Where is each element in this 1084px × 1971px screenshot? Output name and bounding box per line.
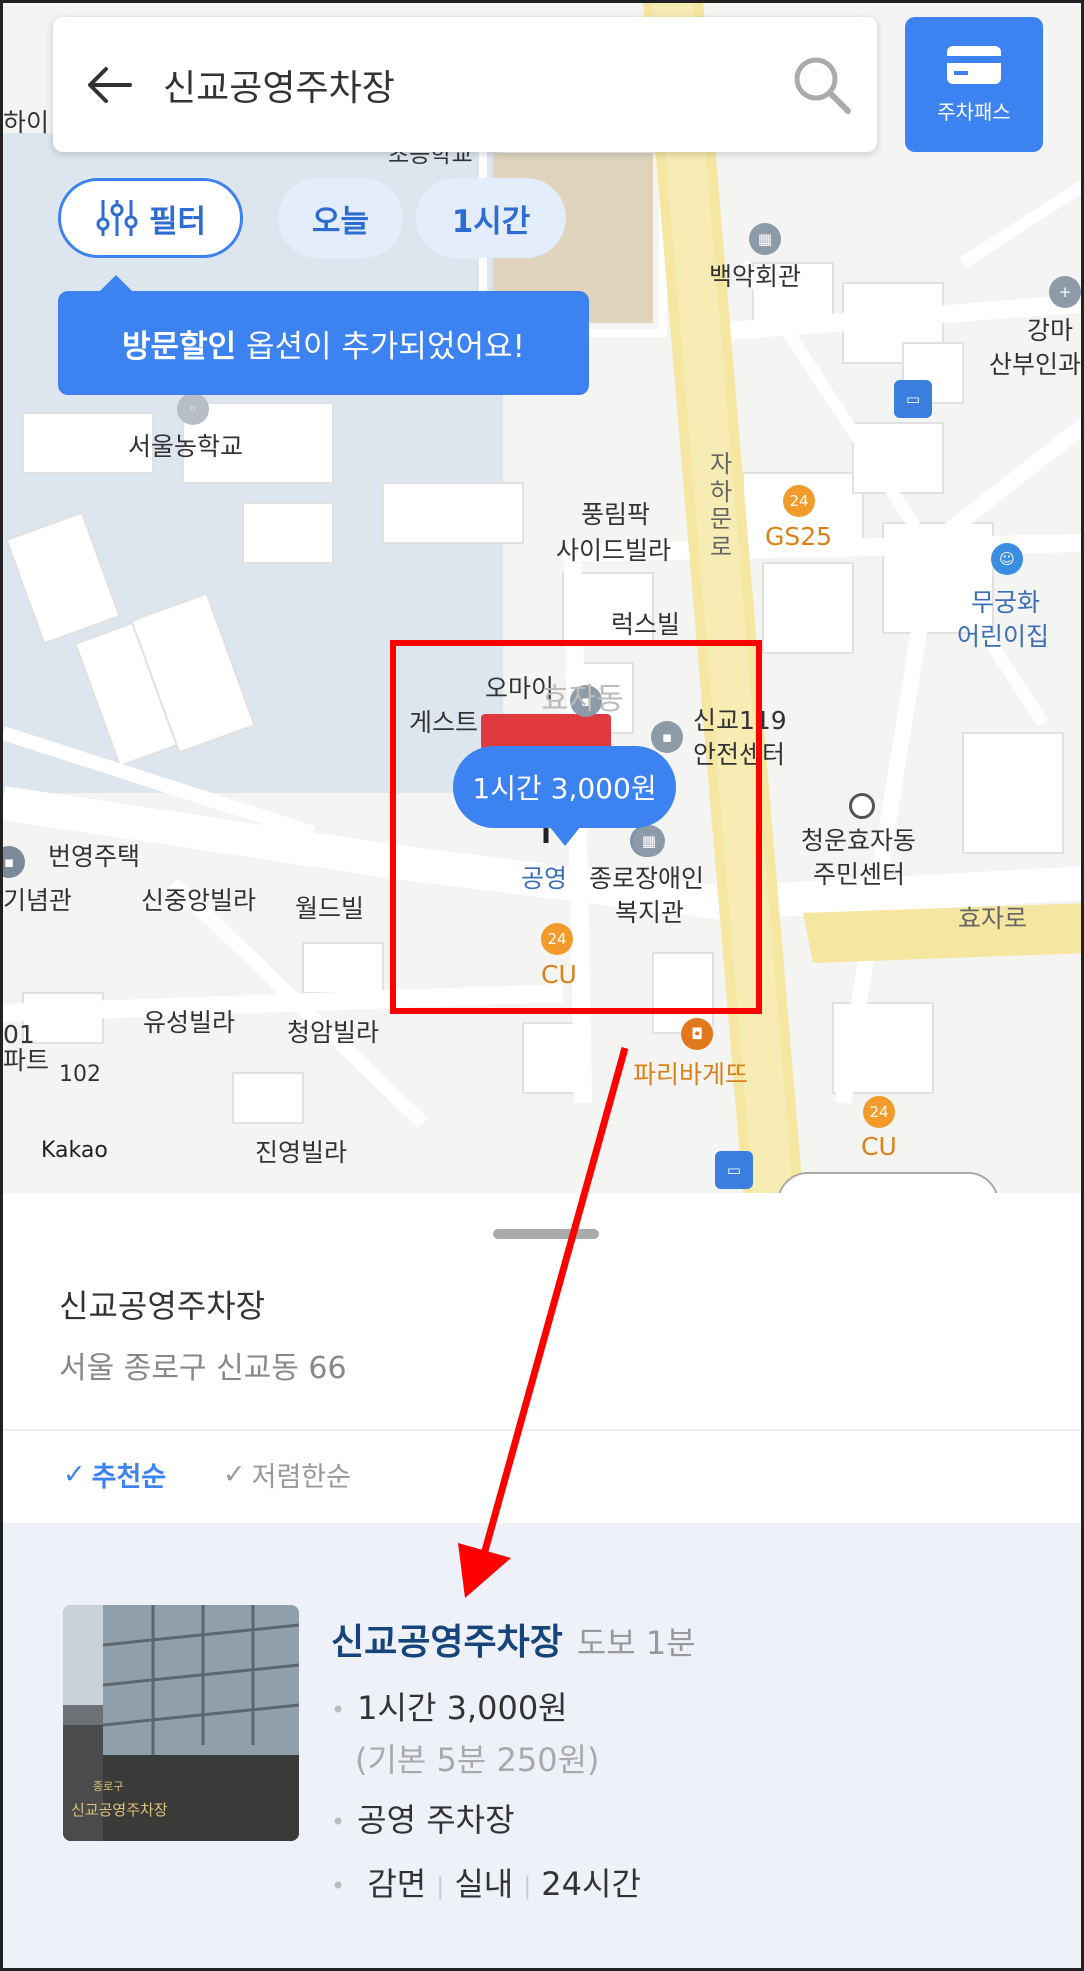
highlight-box [390,640,762,1014]
selected-lot-address: 서울 종로구 신교동 66 [59,1351,347,1386]
arrow-left-icon [88,66,132,103]
duration-chip-label: 1시간 [451,203,531,240]
tag-discount: 감면 [367,1865,427,1903]
map-label-apt-3: 102 [59,1062,101,1087]
discount-tooltip[interactable]: 방문할인 옵션이 추가되었어요! [58,275,589,395]
divider [3,1429,1081,1431]
photo-sign: 신교공영주차장 [71,1801,168,1819]
cu-store-icon-2: 24 [863,1096,895,1128]
app-frame: ▦ + ▭ ◦ 24 ☺ ▪ ▪ P ▦ 24 ◘ 24 ▭ ▪ 초등학교 백악… [0,0,1084,1971]
hospital-icon: + [1049,276,1081,308]
check-icon: ✓ [63,1459,86,1490]
tag-indoor: 실내 [454,1865,514,1903]
photo-sign-top: 종로구 [93,1780,123,1793]
filter-chip-label: 필터 [148,203,207,240]
search-icon [794,57,851,114]
map-label-cu-2: CU [861,1132,897,1161]
base-price: (기본 5분 250원) [355,1741,600,1779]
tooltip-rest: 옵션이 추가되었어요! [236,328,525,365]
map-label-cheongun-1: 청운효자동 [801,826,917,855]
tag-separator: | [436,1872,445,1900]
bus-stop-icon-2[interactable]: ▭ [715,1151,753,1189]
lot-type-text: 공영 주차장 [357,1801,515,1839]
map-label-paris: 파리바게뜨 [633,1060,749,1089]
map-label-mugunghwa-1: 무궁화 [971,588,1041,617]
sliders-icon [96,200,138,236]
duration-chip[interactable]: 1시간 [416,178,566,258]
map-label-mugunghwa-2: 어린이집 [957,622,1050,651]
bakery-icon: ◘ [681,1018,713,1050]
map-label-punglim-1: 풍림팍 [581,500,651,529]
map-label-sanbu: 산부인과 [989,350,1082,379]
card-title: 신교공영주차장 [331,1622,563,1663]
parking-lot-photo[interactable]: 종로구 신교공영주차장 [63,1605,299,1841]
sort-recommended-label: 추천순 [91,1462,167,1493]
search-button[interactable] [767,17,877,152]
bottom-sheet[interactable]: 신교공영주차장 서울 종로구 신교동 66 ✓ 추천순 ✓ 저렴한순 종로구 신… [3,1193,1081,1968]
check-icon-inactive: ✓ [223,1459,246,1490]
parking-lot-card[interactable]: 종로구 신교공영주차장 신교공영주차장 도보 1분 1시간 3,000원 (기본 … [3,1523,1081,1968]
map-label-jaharo: 자하문로 [709,450,733,561]
price-item: 1시간 3,000원 [331,1683,568,1729]
tags-item: 감면 | 실내 | 24시간 [331,1859,641,1905]
parking-pass-label: 주차패스 [937,100,1011,124]
parking-pass-button[interactable]: 주차패스 [905,17,1043,152]
tag-24h: 24시간 [541,1865,641,1903]
date-chip-label: 오늘 [311,203,370,240]
lot-type-item: 공영 주차장 [331,1795,515,1841]
map-label-beonyoung: 번영주택 [48,842,141,871]
map-label-cheongun-2: 주민센터 [813,860,906,889]
photo-image: 종로구 신교공영주차장 [63,1605,299,1841]
search-query[interactable]: 신교공영주차장 [163,59,767,111]
map-label-gangma: 강마 [1027,316,1074,345]
map-label-gs25: GS25 [765,522,833,551]
map-label-left-top: 하이 [3,108,50,137]
selected-lot-name: 신교공영주차장 [59,1287,266,1325]
map-label-nyeomgwan: 기념관 [3,886,73,915]
map-label-punglim-2: 사이드빌라 [556,536,672,565]
map-label-sinjungang: 신중앙빌라 [141,886,257,915]
map-label-yuseong: 유성빌라 [143,1008,236,1037]
map-label-cheongam: 청암빌라 [287,1018,380,1047]
sheet-drag-handle[interactable] [493,1229,599,1239]
tooltip-bold: 방문할인 [122,328,237,365]
sort-recommended[interactable]: ✓ 추천순 [63,1455,166,1494]
search-bar[interactable]: 신교공영주차장 [53,17,877,152]
kakao-logo: Kakao [41,1138,108,1163]
community-center-icon [849,793,875,819]
daycare-icon: ☺ [991,543,1023,575]
map-label-baekak: 백악회관 [709,262,802,291]
map-label-apt-2: 파트 [3,1046,50,1075]
map-label-luxvill: 럭스빌 [611,610,681,639]
map-label-hyojaro: 효자로 [958,904,1028,933]
sort-cheapest[interactable]: ✓ 저렴한순 [223,1455,351,1494]
sort-cheapest-label: 저렴한순 [251,1462,351,1493]
card-icon [947,46,1001,84]
filter-chip[interactable]: 필터 [58,178,243,258]
card-title-row[interactable]: 신교공영주차장 도보 1분 [331,1613,696,1665]
map-label-worldvill: 월드빌 [295,894,365,923]
bus-stop-icon[interactable]: ▭ [894,380,932,418]
price-text: 1시간 3,000원 [357,1689,568,1727]
map-label-seoul-school: 서울농학교 [128,432,244,461]
back-button[interactable] [53,17,163,152]
school-icon: ◦ [177,393,209,425]
map-label-jinyoung: 진영빌라 [255,1138,348,1167]
convenience-store-icon: 24 [783,485,815,517]
date-chip[interactable]: 오늘 [278,178,403,258]
building-icon: ▦ [749,223,781,255]
walk-time: 도보 1분 [576,1624,696,1662]
map-view[interactable]: ▦ + ▭ ◦ 24 ☺ ▪ ▪ P ▦ 24 ◘ 24 ▭ ▪ 초등학교 백악… [3,3,1082,1193]
tag-separator-2: | [523,1872,532,1900]
